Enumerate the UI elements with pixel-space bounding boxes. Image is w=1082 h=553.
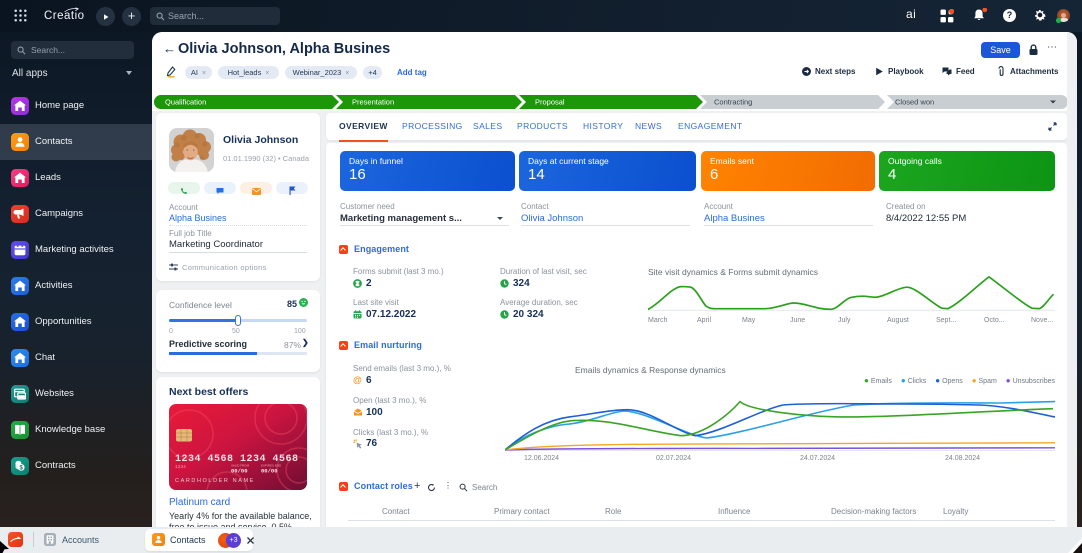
- svg-text:CARDHOLDER NAME: CARDHOLDER NAME: [175, 478, 255, 484]
- svg-text:00/00: 00/00: [261, 468, 278, 475]
- svg-text:Closed won: Closed won: [895, 98, 934, 107]
- svg-text:Qualification: Qualification: [165, 98, 206, 107]
- svg-text:Contracting: Contracting: [714, 98, 752, 107]
- svg-text:Presentation: Presentation: [352, 98, 394, 107]
- svg-text:00/00: 00/00: [231, 468, 248, 475]
- svg-text:1234: 1234: [175, 464, 186, 470]
- svg-text:Proposal: Proposal: [535, 98, 565, 107]
